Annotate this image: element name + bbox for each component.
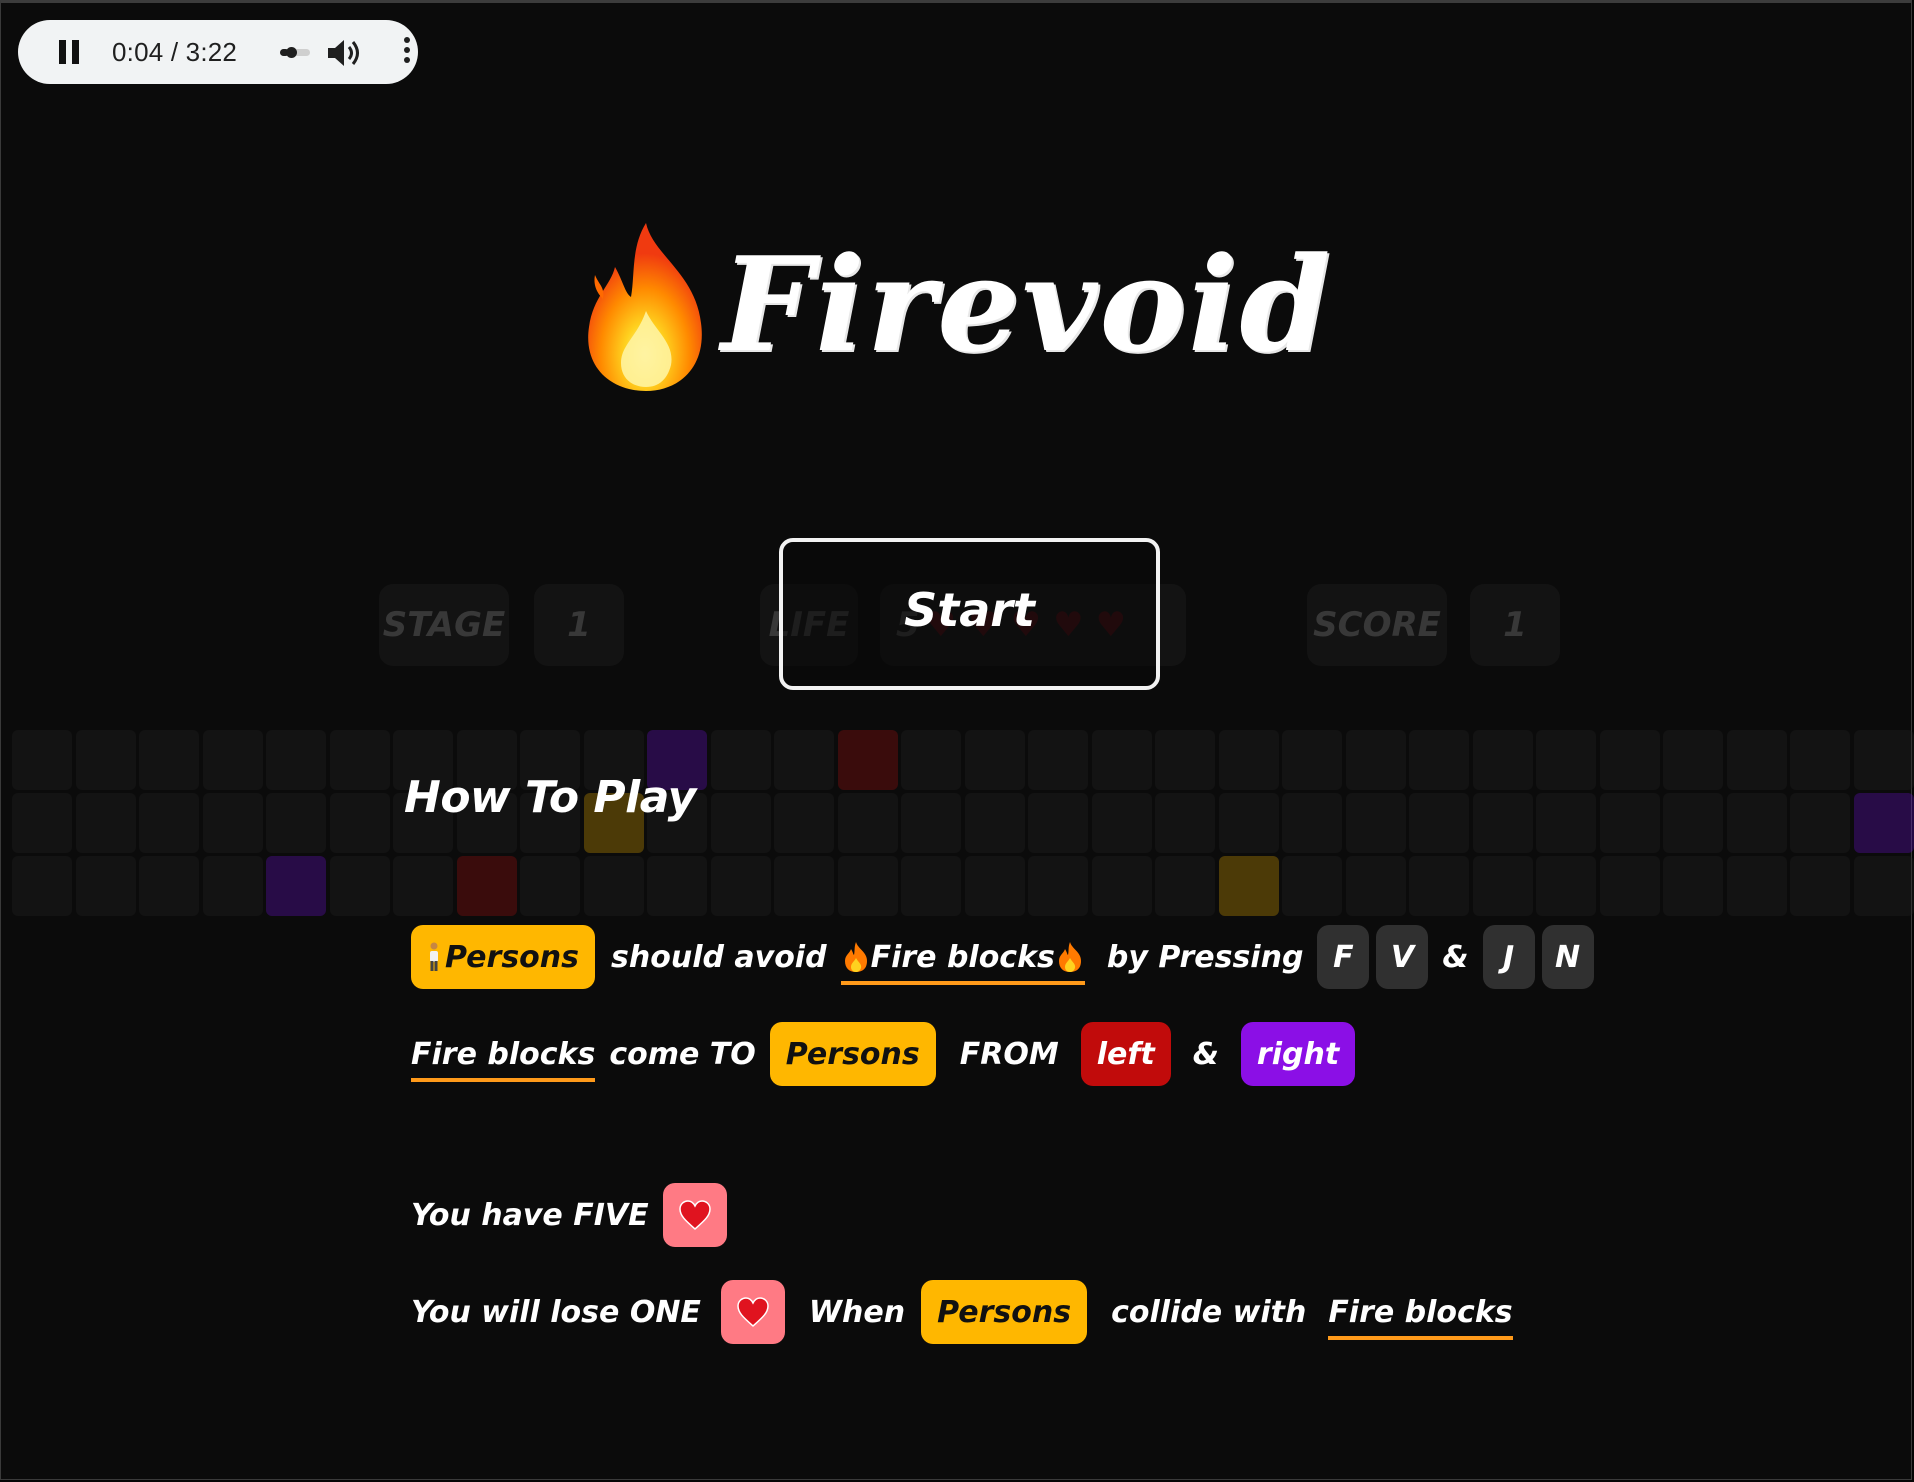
when-text: When	[808, 1294, 906, 1330]
pause-icon[interactable]	[58, 40, 80, 64]
ampersand-text: &	[1192, 1036, 1219, 1072]
game-title-text: Firevoid	[721, 228, 1333, 381]
left-badge: left	[1080, 1022, 1171, 1086]
fire-blocks-highlight: Fire blocks	[411, 1036, 596, 1082]
you-have-five-text: You have FIVE	[411, 1197, 649, 1233]
fire-blocks-label: Fire blocks	[870, 939, 1055, 975]
come-to-text: come TO	[609, 1036, 756, 1072]
fire-blocks-label: Fire blocks	[411, 1036, 596, 1072]
game-title: Firevoid	[575, 215, 1332, 395]
key-j: J	[1482, 925, 1535, 989]
heart-badge	[662, 1183, 727, 1247]
fire-blocks-highlight: Fire blocks	[1328, 1294, 1513, 1340]
persons-badge: Persons	[411, 925, 596, 989]
volume-slider[interactable]	[280, 47, 310, 58]
volume-slider-knob[interactable]	[286, 47, 297, 58]
key-f: F	[1317, 925, 1370, 989]
heart-badge	[720, 1280, 785, 1344]
instruction-row-1: Persons should avoid Fire blocks by Pres…	[411, 925, 1594, 989]
heart-icon	[737, 1297, 769, 1328]
key-v: V	[1376, 925, 1429, 989]
more-options-icon[interactable]	[402, 34, 412, 70]
fire-icon	[1058, 942, 1081, 972]
start-button[interactable]: Start	[779, 538, 1160, 690]
key-n: N	[1541, 925, 1594, 989]
from-text: FROM	[959, 1036, 1059, 1072]
you-will-lose-one-text: You will lose ONE	[411, 1294, 701, 1330]
heart-icon	[678, 1200, 711, 1231]
how-to-play-heading: How To Play	[404, 772, 696, 823]
persons-badge: Persons	[769, 1022, 936, 1086]
collide-with-text: collide with	[1111, 1294, 1307, 1330]
volume-icon[interactable]	[326, 38, 362, 68]
person-icon	[430, 942, 438, 971]
audio-player: 0:04 / 3:22	[18, 20, 418, 84]
fire-blocks-label: Fire blocks	[1328, 1294, 1513, 1330]
ampersand-text: &	[1442, 939, 1469, 975]
by-pressing-text: by Pressing	[1106, 939, 1304, 975]
right-badge: right	[1240, 1022, 1356, 1086]
instruction-row-3: You have FIVE	[411, 1183, 727, 1247]
playback-time: 0:04 / 3:22	[112, 37, 238, 67]
instruction-row-4: You will lose ONE When Persons collide w…	[411, 1280, 1513, 1344]
fire-icon	[844, 942, 867, 972]
fire-blocks-highlight: Fire blocks	[840, 939, 1085, 985]
persons-badge: Persons	[921, 1280, 1088, 1344]
instruction-row-2: Fire blocks come TO Persons FROM left & …	[411, 1022, 1356, 1086]
fire-icon	[588, 223, 702, 391]
persons-label: Persons	[445, 939, 580, 975]
should-avoid-text: should avoid	[611, 939, 827, 975]
